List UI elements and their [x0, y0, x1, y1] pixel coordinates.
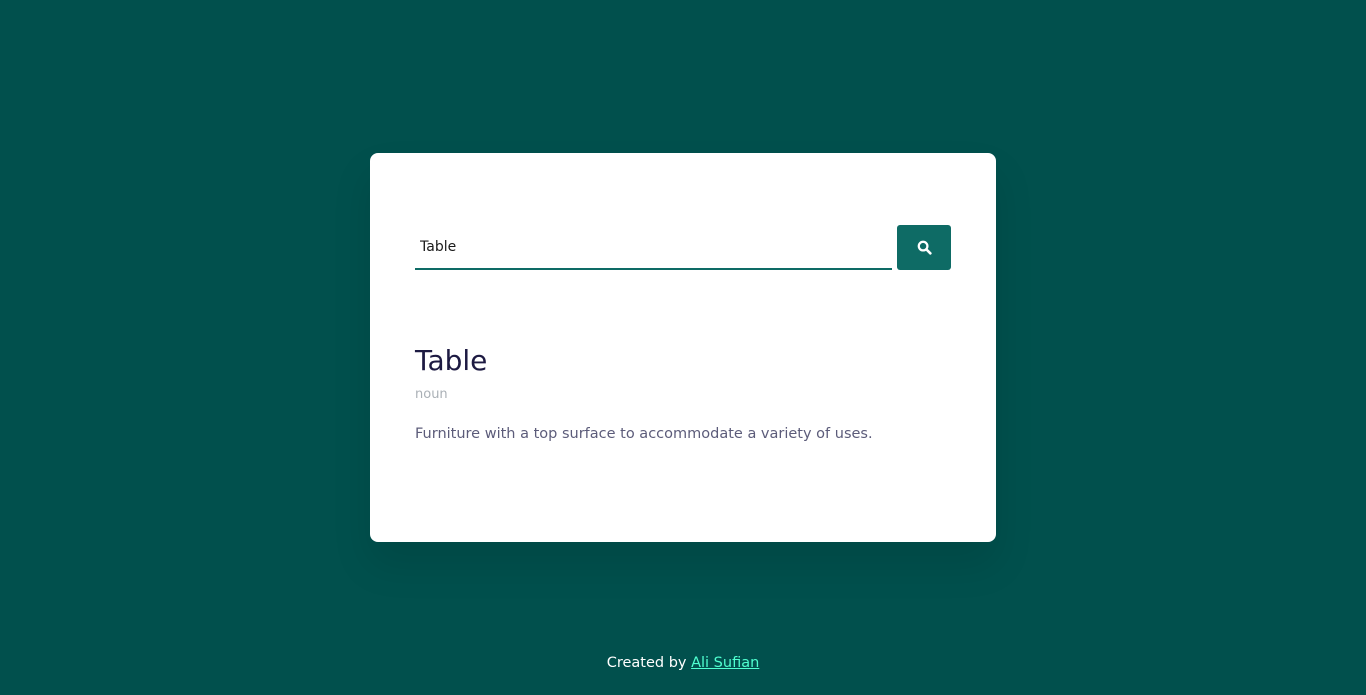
word-definition: Furniture with a top surface to accommod… [415, 426, 873, 442]
footer: Created by Ali Sufian [0, 652, 1366, 674]
search-input[interactable] [415, 225, 892, 270]
search-button[interactable] [897, 225, 951, 270]
word-title: Table [415, 344, 488, 377]
footer-created-by-label: Created by [606, 655, 687, 671]
search-icon [917, 240, 932, 255]
word-result: Table noun Furniture with a top surface … [415, 341, 951, 445]
dictionary-card: Table noun Furniture with a top surface … [370, 153, 996, 542]
part-of-speech: noun [415, 387, 448, 402]
search-bar [415, 225, 951, 270]
author-link[interactable]: Ali Sufian [691, 655, 759, 671]
